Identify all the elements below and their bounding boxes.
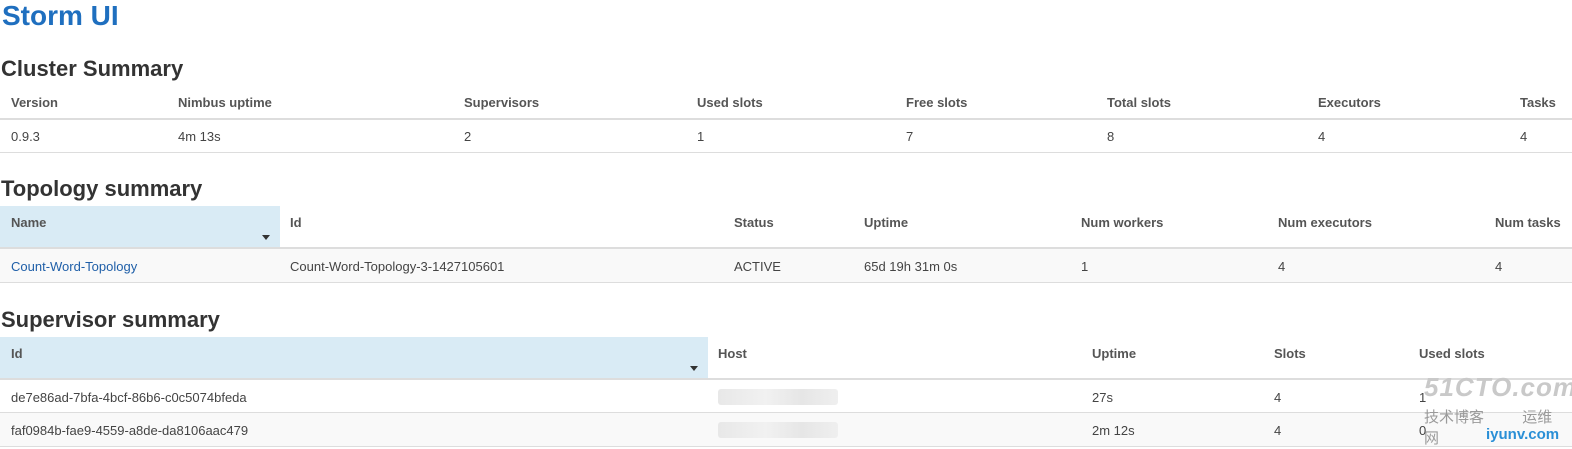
cell-free-slots: 7 — [906, 129, 914, 144]
column-header-tasks[interactable]: Tasks — [1520, 95, 1556, 110]
column-header-uptime[interactable]: Uptime — [1092, 346, 1136, 361]
column-header-uptime[interactable]: Uptime — [864, 215, 908, 230]
cell-host-redacted — [718, 389, 838, 405]
watermark-logo: 51CTO.com — [1424, 372, 1572, 402]
cell-total-slots: 8 — [1107, 129, 1115, 144]
column-header-executors[interactable]: Executors — [1318, 95, 1381, 110]
column-header-num-executors[interactable]: Num executors — [1278, 215, 1372, 230]
column-header-host[interactable]: Host — [718, 346, 747, 361]
table-row: 0.9.3 4m 13s 2 1 7 8 4 4 — [0, 120, 1572, 153]
sorted-column-highlight — [0, 337, 708, 378]
cell-supervisor-id: de7e86ad-7bfa-4bcf-86b6-c0c5074bfeda — [11, 390, 247, 405]
column-header-id[interactable]: Id — [290, 215, 302, 230]
cell-host-redacted — [718, 422, 838, 438]
column-header-total-slots[interactable]: Total slots — [1107, 95, 1171, 110]
table-row: Count-Word-Topology Count-Word-Topology-… — [0, 249, 1572, 283]
cell-slots: 4 — [1274, 390, 1282, 405]
column-header-num-tasks[interactable]: Num tasks — [1495, 215, 1561, 230]
column-header-slots[interactable]: Slots — [1274, 346, 1306, 361]
column-header-version[interactable]: Version — [11, 95, 58, 110]
cell-num-workers: 1 — [1081, 259, 1089, 274]
cell-slots: 4 — [1274, 423, 1282, 438]
topology-summary-title: Topology summary — [1, 176, 203, 201]
cell-topology-id: Count-Word-Topology-3-1427105601 — [290, 259, 505, 274]
table-row: de7e86ad-7bfa-4bcf-86b6-c0c5074bfeda 27s… — [0, 380, 1572, 413]
cell-used-slots: 1 — [697, 129, 705, 144]
column-header-num-workers[interactable]: Num workers — [1081, 215, 1163, 230]
table-header-row: Id Host Uptime Slots Used slots — [0, 337, 1572, 380]
column-header-name[interactable]: Name — [11, 215, 46, 230]
cell-uptime: 65d 19h 31m 0s — [864, 259, 958, 274]
column-header-nimbus-uptime[interactable]: Nimbus uptime — [178, 95, 272, 110]
table-header-row: Name Id Status Uptime Num workers Num ex… — [0, 206, 1572, 249]
table-row: faf0984b-fae9-4559-a8de-da8106aac479 2m … — [0, 413, 1572, 447]
column-header-supervisors[interactable]: Supervisors — [464, 95, 539, 110]
supervisor-summary-title: Supervisor summary — [1, 307, 220, 332]
table-header-row: Version Nimbus uptime Supervisors Used s… — [0, 84, 1572, 120]
topology-name-link[interactable]: Count-Word-Topology — [11, 259, 137, 274]
column-header-free-slots[interactable]: Free slots — [906, 95, 967, 110]
cell-uptime: 27s — [1092, 390, 1113, 405]
watermark: 51CTO.com 技术博客 运维网 iyunv.com — [1424, 372, 1572, 447]
cell-executors: 4 — [1318, 129, 1326, 144]
app-title: Storm UI — [2, 0, 119, 31]
cell-version: 0.9.3 — [11, 129, 40, 144]
cell-status: ACTIVE — [734, 259, 781, 274]
cell-nimbus-uptime: 4m 13s — [178, 129, 221, 144]
sort-desc-icon[interactable] — [262, 235, 270, 240]
column-header-status[interactable]: Status — [734, 215, 774, 230]
column-header-id[interactable]: Id — [11, 346, 23, 361]
watermark-url: iyunv.com — [1486, 426, 1560, 443]
column-header-used-slots[interactable]: Used slots — [1419, 346, 1485, 361]
cell-num-executors: 4 — [1278, 259, 1286, 274]
cell-uptime: 2m 12s — [1092, 423, 1135, 438]
column-header-used-slots[interactable]: Used slots — [697, 95, 763, 110]
cell-supervisors: 2 — [464, 129, 472, 144]
cell-num-tasks: 4 — [1495, 259, 1503, 274]
cell-tasks: 4 — [1520, 129, 1528, 144]
sort-desc-icon[interactable] — [690, 366, 698, 371]
cluster-summary-title: Cluster Summary — [1, 56, 184, 81]
cell-supervisor-id: faf0984b-fae9-4559-a8de-da8106aac479 — [11, 423, 249, 438]
